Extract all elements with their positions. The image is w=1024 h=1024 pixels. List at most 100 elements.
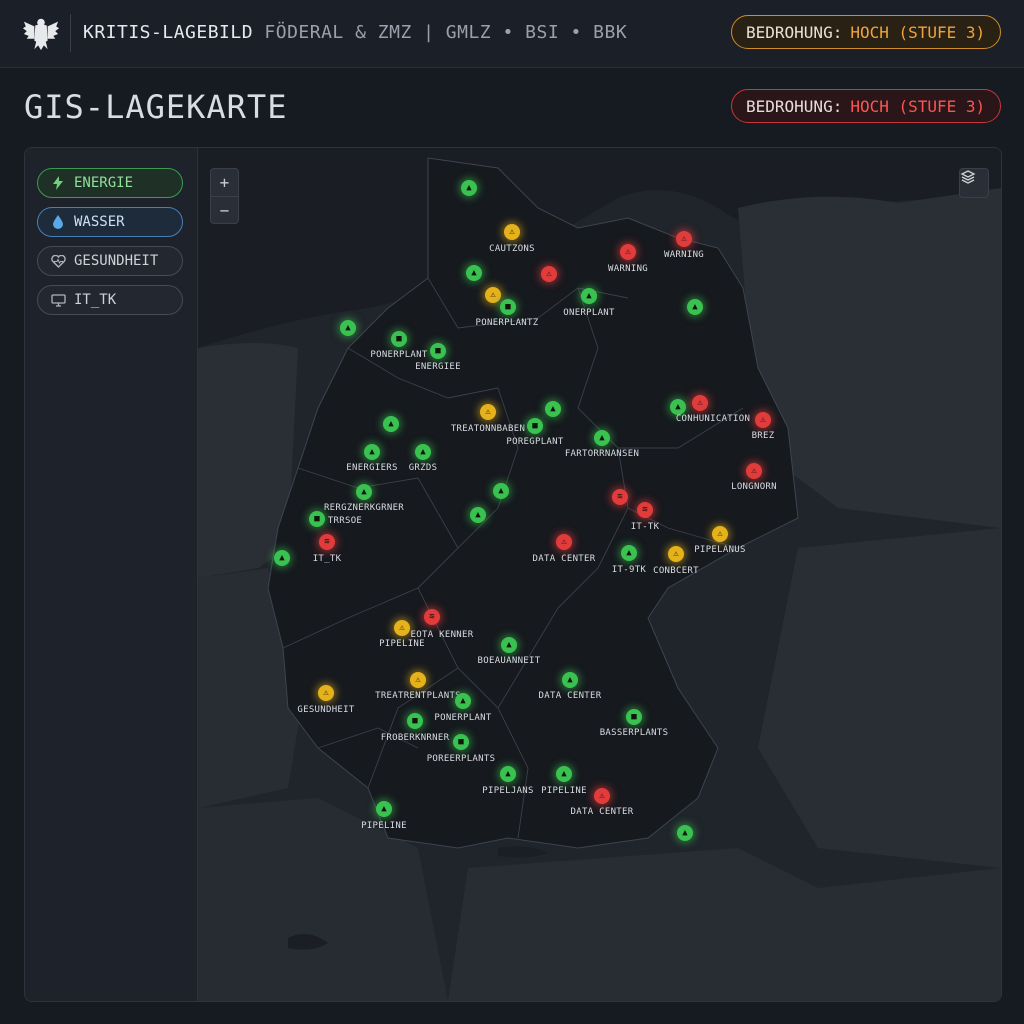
infrastructure-marker-warning[interactable]: ⚠ [668,546,684,562]
marker-label: CAUTZONS [489,244,535,254]
infrastructure-marker-ok[interactable]: ▲ [466,265,482,281]
infrastructure-marker-ok[interactable]: ■ [407,713,423,729]
infrastructure-marker-critical[interactable]: ⚠ [620,244,636,260]
marker-label: RERGZNERKGRNER [323,503,405,513]
infrastructure-marker-ok[interactable]: ▲ [670,399,686,415]
infrastructure-marker-critical[interactable]: ≋ [319,534,335,550]
infrastructure-marker-critical[interactable]: ≋ [612,489,628,505]
infrastructure-marker-warning[interactable]: ⚠ [712,526,728,542]
marker-label: GESUNDHEIT [297,705,355,715]
layer-sidebar: ENERGIE WASSER GESUNDHEIT IT_TK [25,148,198,1001]
monitor-icon [50,292,66,308]
app-title-main: KRITIS-LAGEBILD [83,22,254,43]
infrastructure-marker-ok[interactable]: ■ [527,418,543,434]
layer-toggle-wasser[interactable]: WASSER [37,207,183,237]
infrastructure-marker-ok[interactable]: ▲ [493,483,509,499]
page-threat-badge: BEDROHUNG: HOCH (STUFE 3) [731,89,1001,123]
layer-label-it-tk: IT_TK [74,292,117,308]
status-ok-icon: ▲ [586,290,592,301]
infrastructure-marker-ok[interactable]: ■ [391,331,407,347]
infrastructure-marker-critical[interactable]: ⚠ [556,534,572,550]
infrastructure-marker-critical[interactable]: ⚠ [594,788,610,804]
marker-label: FROBERKNRNER [380,733,450,743]
infrastructure-marker-warning[interactable]: ⚠ [318,685,334,701]
infrastructure-marker-critical[interactable]: ⚠ [541,266,557,282]
layer-toggle-energie[interactable]: ENERGIE [37,168,183,198]
infrastructure-marker-ok[interactable]: ■ [309,511,325,527]
factory-icon: ■ [314,513,320,524]
marker-label: CONBCERT [653,566,699,576]
infrastructure-marker-ok[interactable]: ▲ [274,550,290,566]
infrastructure-marker-critical[interactable]: ≋ [637,502,653,518]
warning-icon: ⚠ [599,790,605,801]
factory-icon: ■ [396,333,402,344]
infrastructure-marker-warning[interactable]: ⚠ [504,224,520,240]
infrastructure-marker-ok[interactable]: ▲ [501,637,517,653]
infrastructure-marker-ok[interactable]: ▲ [383,416,399,432]
infrastructure-marker-ok[interactable]: ▲ [364,444,380,460]
infrastructure-marker-ok[interactable]: ■ [626,709,642,725]
antenna-icon: ≋ [429,611,435,622]
warning-icon: ⚠ [509,226,515,237]
marker-label: PIPELJANS [482,786,534,796]
infrastructure-marker-warning[interactable]: ⚠ [480,404,496,420]
status-ok-icon: ▲ [345,322,351,333]
marker-label: TRRSOE [327,516,363,526]
app-title: KRITIS-LAGEBILD FÖDERAL & ZMZ | GMLZ • B… [83,22,627,43]
infrastructure-marker-ok[interactable]: ▲ [376,801,392,817]
status-ok-icon: ▲ [692,301,698,312]
status-ok-icon: ▲ [675,401,681,412]
status-ok-icon: ▲ [506,639,512,650]
infrastructure-marker-ok[interactable]: ▲ [687,299,703,315]
marker-label: LONGNORN [731,482,777,492]
infrastructure-marker-ok[interactable]: ▲ [556,766,572,782]
layers-button[interactable] [959,168,989,198]
page-title: GIS-LAGEKARTE [24,88,288,126]
layer-label-energie: ENERGIE [74,175,134,191]
gis-map[interactable]: + − ▲ ⚠ CAUTZONS ⚠ WARNING ⚠ WARNING ▲ ⚠… [198,148,1001,1001]
zoom-in-button[interactable]: + [211,169,238,197]
infrastructure-marker-ok[interactable]: ■ [500,299,516,315]
status-ok-icon: ▲ [498,485,504,496]
infrastructure-marker-ok[interactable]: ■ [430,343,446,359]
infrastructure-marker-ok[interactable]: ▲ [500,766,516,782]
infrastructure-marker-ok[interactable]: ▲ [621,545,637,561]
infrastructure-marker-critical[interactable]: ⚠ [755,412,771,428]
status-ok-icon: ▲ [388,418,394,429]
infrastructure-marker-ok[interactable]: ▲ [545,401,561,417]
status-ok-icon: ▲ [460,695,466,706]
marker-label: BASSERPLANTS [599,728,669,738]
infrastructure-marker-warning[interactable]: ⚠ [485,287,501,303]
infrastructure-marker-critical[interactable]: ⚠ [692,395,708,411]
infrastructure-marker-ok[interactable]: ▲ [356,484,372,500]
map-panel: ENERGIE WASSER GESUNDHEIT IT_TK + − ▲ ⚠ … [24,147,1002,1002]
factory-icon: ■ [505,301,511,312]
infrastructure-marker-ok[interactable]: ▲ [415,444,431,460]
infrastructure-marker-ok[interactable]: ▲ [340,320,356,336]
page-threat-level: HOCH (STUFE 3) [850,96,986,116]
infrastructure-marker-ok[interactable]: ▲ [677,825,693,841]
infrastructure-marker-ok[interactable]: ▲ [461,180,477,196]
zoom-out-button[interactable]: − [211,197,238,224]
marker-label: BOEAUANNEIT [477,656,541,666]
infrastructure-marker-ok[interactable]: ▲ [455,693,471,709]
layer-toggle-gesundheit[interactable]: GESUNDHEIT [37,246,183,276]
infrastructure-marker-ok[interactable]: ■ [453,734,469,750]
infrastructure-marker-ok[interactable]: ▲ [594,430,610,446]
marker-label: PONERPLANTZ [475,318,539,328]
status-ok-icon: ▲ [626,547,632,558]
marker-label: IT_TK [312,554,342,564]
infrastructure-marker-critical[interactable]: ⚠ [746,463,762,479]
infrastructure-marker-warning[interactable]: ⚠ [410,672,426,688]
infrastructure-marker-warning[interactable]: ⚠ [394,620,410,636]
infrastructure-marker-ok[interactable]: ▲ [562,672,578,688]
infrastructure-marker-critical[interactable]: ≋ [424,609,440,625]
marker-label: PIPELINE [379,639,425,649]
header-divider [70,14,71,52]
warning-icon: ⚠ [681,233,687,244]
infrastructure-marker-ok[interactable]: ▲ [470,507,486,523]
marker-label: PONERPLANT [434,713,492,723]
layer-toggle-it-tk[interactable]: IT_TK [37,285,183,315]
infrastructure-marker-ok[interactable]: ▲ [581,288,597,304]
infrastructure-marker-critical[interactable]: ⚠ [676,231,692,247]
